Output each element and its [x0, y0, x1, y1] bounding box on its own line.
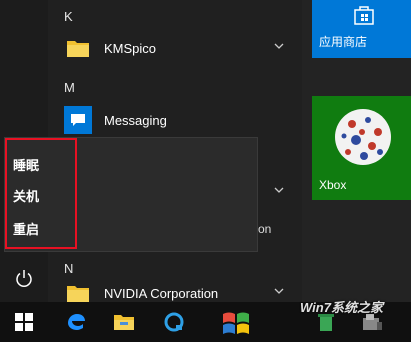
app-item-kmspico[interactable]: KMSpico: [48, 31, 302, 65]
tile-label: 应用商店: [319, 35, 368, 49]
menu-item-shutdown[interactable]: 关机: [13, 186, 39, 205]
power-icon[interactable]: [13, 268, 35, 290]
app-label: NVIDIA Corporation: [104, 285, 219, 301]
watermark: Win7系统之家: [300, 300, 383, 315]
menu-item-sleep[interactable]: 睡眠: [13, 155, 39, 174]
tiles-panel: 应用商店 Xbox: [302, 0, 411, 302]
menu-item-restart[interactable]: 重启: [13, 219, 39, 238]
windows-logo-icon: [218, 304, 254, 340]
tile-label: Xbox: [319, 178, 347, 192]
partial-text: on: [258, 222, 272, 236]
app-label: KMSpico: [104, 40, 157, 56]
message-icon: [64, 106, 92, 134]
store-icon: [354, 6, 374, 25]
power-options-menu: 睡眠 关机 重启: [4, 137, 258, 252]
edge-icon[interactable]: [62, 308, 90, 336]
tile-store[interactable]: 应用商店: [312, 0, 411, 58]
folder-icon: [64, 34, 92, 62]
section-letter-m: M: [64, 80, 75, 95]
app-label: Messaging: [104, 112, 167, 128]
windows-start-icon[interactable]: [10, 308, 38, 336]
chevron-down-icon[interactable]: [274, 286, 284, 296]
section-letter-k: K: [64, 9, 73, 24]
chevron-down-icon[interactable]: [274, 41, 284, 51]
tile-xbox[interactable]: Xbox: [312, 96, 411, 200]
app-item-messaging[interactable]: Messaging: [48, 103, 302, 137]
section-letter-n: N: [64, 261, 74, 276]
cortana-icon[interactable]: [160, 308, 188, 336]
file-explorer-icon[interactable]: [110, 308, 138, 336]
chevron-down-icon[interactable]: [274, 185, 284, 195]
xbox-image: [335, 109, 391, 165]
